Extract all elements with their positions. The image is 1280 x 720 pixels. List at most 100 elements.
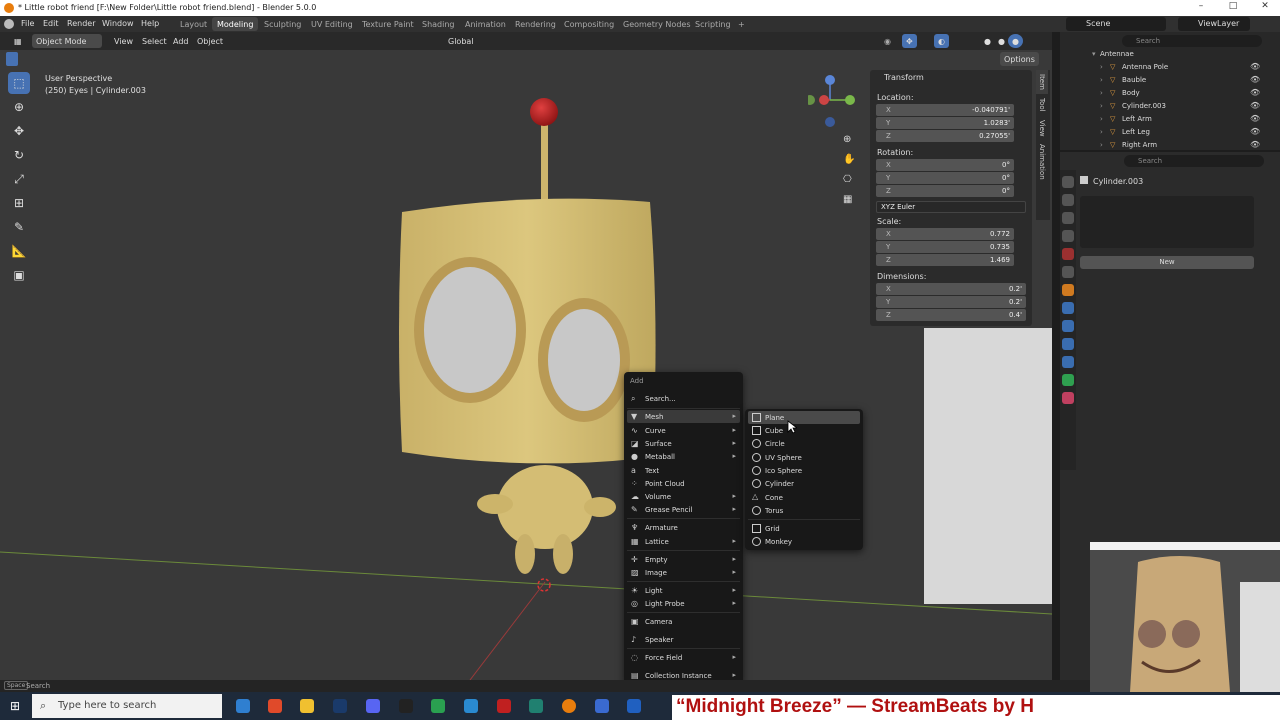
menu-item-speaker[interactable]: ♪ Speaker bbox=[627, 633, 740, 646]
menu-item-mesh[interactable]: ▼ Mesh ▸ bbox=[627, 410, 740, 423]
file-explorer-icon[interactable] bbox=[300, 699, 314, 713]
menu-item-text[interactable]: a Text bbox=[627, 464, 740, 477]
scene-selector[interactable]: Scene bbox=[1066, 17, 1166, 31]
transform-tool-icon[interactable]: ⊞ bbox=[8, 192, 30, 214]
outliner-item-cylinder[interactable]: › ▽ Cylinder.003 👁 bbox=[1060, 100, 1280, 113]
outliner-item-bauble[interactable]: › ▽ Bauble 👁 bbox=[1060, 74, 1280, 87]
tab-rendering[interactable]: Rendering bbox=[510, 17, 561, 31]
select-mode-icon[interactable] bbox=[6, 52, 18, 66]
edge-icon[interactable] bbox=[236, 699, 250, 713]
mesh-item-grid[interactable]: Grid bbox=[748, 522, 860, 535]
outliner-item-left-arm[interactable]: › ▽ Left Arm 👁 bbox=[1060, 113, 1280, 126]
constraints-tab-icon[interactable] bbox=[1062, 356, 1074, 368]
material-tab-icon[interactable] bbox=[1062, 392, 1074, 404]
tab-layout[interactable]: Layout bbox=[175, 17, 212, 31]
menu-file[interactable]: File bbox=[21, 19, 34, 28]
tab-sculpting[interactable]: Sculpting bbox=[259, 17, 306, 31]
menu-add[interactable]: Add bbox=[169, 34, 193, 48]
taskbar-search-input[interactable]: ⌕ Type here to search bbox=[32, 694, 222, 718]
menu-item-empty[interactable]: ✛ Empty ▸ bbox=[627, 553, 740, 566]
tab-compositing[interactable]: Compositing bbox=[559, 17, 619, 31]
windows-start-icon[interactable]: ⊞ bbox=[10, 699, 20, 713]
sidebar-tab-tool[interactable]: Tool bbox=[1036, 94, 1048, 116]
location-z-field[interactable]: Z 0.27055' bbox=[876, 130, 1014, 142]
menu-item-point-cloud[interactable]: ⁘ Point Cloud bbox=[627, 477, 740, 490]
annotate-tool-icon[interactable]: ✎ bbox=[8, 216, 30, 238]
camera-view-icon[interactable]: ⎔ bbox=[843, 170, 857, 190]
rotation-y-field[interactable]: Y 0° bbox=[876, 172, 1014, 184]
pan-hand-icon[interactable]: ✋ bbox=[843, 150, 857, 170]
new-material-button[interactable]: New bbox=[1080, 256, 1254, 269]
app-icon-6[interactable] bbox=[627, 699, 641, 713]
menu-select[interactable]: Select bbox=[138, 34, 171, 48]
view-layer-tab-icon[interactable] bbox=[1062, 230, 1074, 242]
tab-shading[interactable]: Shading bbox=[417, 17, 460, 31]
minimize-button[interactable]: – bbox=[1186, 1, 1216, 15]
tab-scripting[interactable]: Scripting bbox=[690, 17, 736, 31]
sidebar-tab-animation[interactable]: Animation bbox=[1036, 140, 1048, 184]
tool-tab-icon[interactable] bbox=[1062, 176, 1074, 188]
modifier-tab-icon[interactable] bbox=[1062, 302, 1074, 314]
menu-window[interactable]: Window bbox=[102, 19, 134, 28]
close-button[interactable]: ✕ bbox=[1250, 1, 1280, 15]
menu-item-armature[interactable]: ♆ Armature bbox=[627, 521, 740, 534]
physics-tab-icon[interactable] bbox=[1062, 338, 1074, 350]
rotation-x-field[interactable]: X 0° bbox=[876, 159, 1014, 171]
visibility-icon[interactable]: ◉ bbox=[880, 34, 895, 48]
menu-item-force-field[interactable]: ◌ Force Field ▸ bbox=[627, 651, 740, 664]
scale-z-field[interactable]: Z 1.469 bbox=[876, 254, 1014, 266]
data-tab-icon[interactable] bbox=[1062, 374, 1074, 386]
viewlayer-selector[interactable]: ViewLayer bbox=[1178, 17, 1250, 31]
add-cube-tool-icon[interactable]: ▣ bbox=[8, 264, 30, 286]
location-x-field[interactable]: X -0.040791' bbox=[876, 104, 1014, 116]
app-icon[interactable] bbox=[431, 699, 445, 713]
add-workspace-button[interactable]: + bbox=[733, 17, 750, 31]
mesh-item-torus[interactable]: Torus bbox=[748, 504, 860, 517]
cursor-tool-icon[interactable]: ⊕ bbox=[8, 96, 30, 118]
mesh-item-circle[interactable]: Circle bbox=[748, 437, 860, 450]
mesh-item-cone[interactable]: △ Cone bbox=[748, 491, 860, 504]
menu-view[interactable]: View bbox=[110, 34, 137, 48]
steam-icon[interactable] bbox=[333, 699, 347, 713]
outliner-item-left-leg[interactable]: › ▽ Left Leg 👁 bbox=[1060, 126, 1280, 139]
tab-uv-editing[interactable]: UV Editing bbox=[306, 17, 358, 31]
location-y-field[interactable]: Y 1.0283' bbox=[876, 117, 1014, 129]
menu-render[interactable]: Render bbox=[67, 19, 95, 28]
app-icon-5[interactable] bbox=[595, 699, 609, 713]
shading-solid-icon[interactable]: ● bbox=[980, 34, 995, 48]
object-tab-icon[interactable] bbox=[1062, 284, 1074, 296]
grid-view-icon[interactable]: ▦ bbox=[843, 190, 857, 210]
obs-icon[interactable] bbox=[399, 699, 413, 713]
menu-object[interactable]: Object bbox=[193, 34, 227, 48]
app-icon-4[interactable] bbox=[529, 699, 543, 713]
select-tool-icon[interactable]: ⬚ bbox=[8, 72, 30, 94]
dimensions-x-field[interactable]: X 0.2' bbox=[876, 283, 1026, 295]
scene-tab-icon[interactable] bbox=[1062, 248, 1074, 260]
rotate-tool-icon[interactable]: ↻ bbox=[8, 144, 30, 166]
add-menu-search[interactable]: ⌕ Search... bbox=[627, 392, 740, 405]
brave-icon[interactable] bbox=[268, 699, 282, 713]
rotation-z-field[interactable]: Z 0° bbox=[876, 185, 1014, 197]
discord-icon[interactable] bbox=[366, 699, 380, 713]
scale-tool-icon[interactable]: ⤢ bbox=[8, 168, 30, 190]
properties-search-input[interactable]: Search bbox=[1124, 155, 1264, 167]
menu-help[interactable]: Help bbox=[141, 19, 159, 28]
tab-texture-paint[interactable]: Texture Paint bbox=[357, 17, 419, 31]
menu-edit[interactable]: Edit bbox=[43, 19, 59, 28]
mode-selector[interactable]: Object Mode bbox=[32, 34, 102, 48]
transform-panel-title[interactable]: Transform bbox=[884, 73, 924, 82]
particles-tab-icon[interactable] bbox=[1062, 320, 1074, 332]
outliner-item-antenna-pole[interactable]: › ▽ Antenna Pole 👁 bbox=[1060, 61, 1280, 74]
tab-modeling[interactable]: Modeling bbox=[212, 17, 259, 31]
material-slot-list[interactable] bbox=[1080, 196, 1254, 248]
editor-type-icon[interactable]: ▦ bbox=[10, 34, 26, 48]
blender-taskbar-icon[interactable] bbox=[562, 699, 576, 713]
menu-item-light-probe[interactable]: ◎ Light Probe ▸ bbox=[627, 597, 740, 610]
app-icon-2[interactable] bbox=[464, 699, 478, 713]
scale-y-field[interactable]: Y 0.735 bbox=[876, 241, 1014, 253]
output-tab-icon[interactable] bbox=[1062, 212, 1074, 224]
orientation-selector[interactable]: Global bbox=[444, 34, 478, 48]
move-tool-icon[interactable]: ✥ bbox=[8, 120, 30, 142]
overlay-toggle-icon[interactable]: ◐ bbox=[934, 34, 949, 48]
mesh-item-monkey[interactable]: Monkey bbox=[748, 535, 860, 548]
